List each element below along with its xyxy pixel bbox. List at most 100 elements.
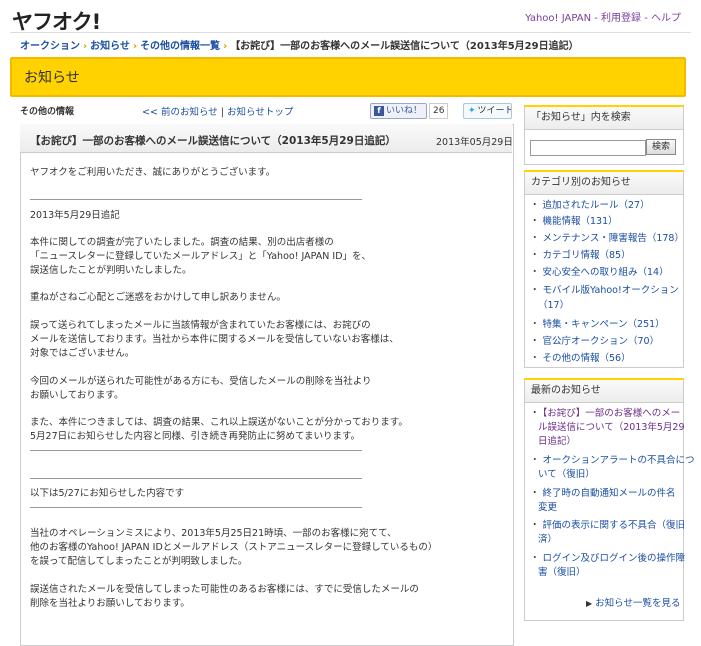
- prev-news-link[interactable]: << 前のお知らせ: [142, 107, 218, 118]
- article-paragraph: また、本件につきましては、調査の結果、これ以上誤送がないことが分かっております。: [30, 417, 408, 428]
- category-label: その他の情報（56）: [542, 353, 631, 364]
- category-item[interactable]: ・官公庁オークション（70）: [530, 335, 659, 349]
- category-heading-label: カテゴリ別のお知らせ: [531, 177, 631, 188]
- search-button[interactable]: 検索: [646, 139, 676, 155]
- news-item[interactable]: ・終了時の自動通知メールの件名: [530, 487, 676, 501]
- category-label: その他の情報: [20, 107, 75, 117]
- news-item-line[interactable]: 日追記）: [538, 435, 576, 449]
- article-paragraph: 他のお客様のYahoo! JAPAN IDとメールアドレス（ストアニュースレター…: [30, 542, 438, 553]
- header-links: Yahoo! JAPAN - 利用登録 - ヘルプ: [525, 9, 681, 24]
- divider: [30, 199, 362, 200]
- tweet-label: ツイート: [477, 106, 512, 116]
- category-item[interactable]: ・機能情報（131）: [530, 215, 618, 229]
- bullet-icon: ・: [530, 233, 540, 244]
- category-item[interactable]: ・その他の情報（56）: [530, 352, 631, 366]
- search-heading-label: 「お知らせ」内を検索: [531, 112, 631, 123]
- separator: -: [591, 13, 602, 24]
- divider: [30, 450, 362, 451]
- category-label: 特集・キャンペーン（251）: [542, 319, 665, 330]
- article-paragraph: 誤送信したことが判明いたしました。: [30, 265, 192, 276]
- breadcrumb-news[interactable]: お知らせ: [90, 41, 130, 52]
- article-paragraph: 本件に関しての調査が完了いたしました。調査の結果、別の出店者様の: [30, 237, 334, 248]
- bullet-icon: ・: [530, 336, 540, 347]
- category-item[interactable]: ・メンテナンス・障害報告（178）: [530, 232, 684, 246]
- article-paragraph: 誤って送られてしまったメールに当該情報が含まれていたお客様には、お詫びの: [30, 320, 371, 331]
- article-date: 2013年05月29日: [436, 137, 513, 148]
- category-label: 機能情報（131）: [542, 216, 618, 227]
- category-item[interactable]: ・安心安全への取り組み（14）: [530, 266, 669, 280]
- search-heading: 「お知らせ」内を検索: [524, 105, 684, 130]
- news-item-label: オークションアラートの不具合につ: [542, 455, 695, 466]
- more-news-label: お知らせ一覧を見る: [595, 598, 681, 609]
- category-item[interactable]: ・モバイル版Yahoo!オークション: [530, 284, 679, 298]
- bullet-icon: ・: [530, 319, 540, 330]
- category-label: 官公庁オークション（70）: [542, 336, 660, 347]
- latest-news-heading-label: 最新のお知らせ: [531, 385, 601, 396]
- bullet-icon: ・: [530, 250, 540, 261]
- news-item-line[interactable]: 済）: [538, 533, 557, 547]
- bullet-icon: ・: [530, 200, 540, 211]
- news-item-label: 評価の表示に関する不具合（復旧: [542, 520, 686, 531]
- article-paragraph: を誤って配信してしまったことが判明致しました。: [30, 556, 248, 567]
- category-heading: カテゴリ別のお知らせ: [524, 170, 684, 195]
- breadcrumb-auction[interactable]: オークション: [20, 41, 80, 52]
- news-item-line[interactable]: ル誤送信について（2013年5月29: [538, 421, 685, 435]
- news-item-label: ログイン及びログイン後の操作障: [542, 553, 686, 564]
- bullet-icon: ・: [530, 267, 540, 278]
- news-item-line[interactable]: いて（復旧）: [538, 468, 595, 482]
- article-paragraph: 重ねがさねご心配とご迷惑をおかけして申し訳ありません。: [30, 292, 286, 303]
- article-paragraph: 当社のオペレーションミスにより、2013年5月25日21時頃、一部のお客様に宛て…: [30, 528, 397, 539]
- category-label: モバイル版Yahoo!オークション: [542, 285, 679, 296]
- divider: [30, 478, 362, 479]
- article-paragraph: 2013年5月29日追記: [30, 210, 120, 221]
- article-paragraph: ヤフオクをご利用いただき、誠にありがとうございます。: [30, 167, 276, 178]
- news-item-line[interactable]: 変更: [538, 501, 557, 515]
- category-label: 安心安全への取り組み（14）: [542, 267, 669, 278]
- register-link[interactable]: 利用登録: [601, 13, 641, 24]
- tweet-button[interactable]: ✦ ツイート: [463, 103, 512, 119]
- breadcrumb-current: 【お詫び】一部のお客様へのメール誤送信について（2013年5月29日追記）: [230, 41, 579, 52]
- article-paragraph: 誤送信されたメールを受信してしまった可能性のあるお客様には、すでに受信したメール…: [30, 584, 419, 595]
- news-item[interactable]: ・評価の表示に関する不具合（復旧: [530, 519, 685, 533]
- bullet-icon: ・: [530, 216, 540, 227]
- article-paragraph: 「ニュースレターに登録していたメールアドレス」と「Yahoo! JAPAN ID…: [30, 251, 372, 262]
- category-label: メンテナンス・障害報告（178）: [542, 233, 684, 244]
- category-label: カテゴリ情報（85）: [542, 250, 631, 261]
- article-paragraph: 対象ではございません。: [30, 348, 135, 359]
- bullet-icon: ・: [530, 455, 540, 466]
- news-item[interactable]: ・オークションアラートの不具合につ: [530, 454, 695, 468]
- category-item[interactable]: ・カテゴリ情報（85）: [530, 249, 631, 263]
- article-paragraph: 以下は5/27にお知らせした内容です: [30, 488, 185, 499]
- breadcrumb: オークション › お知らせ › その他の情報一覧 › 【お詫び】一部のお客様へのメール誤送信…: [20, 37, 579, 52]
- news-item-line[interactable]: 害（復旧）: [538, 566, 586, 580]
- article-paragraph: メールを送信しております。当社から本件に関するメールを受信していないお客様は、: [30, 334, 399, 345]
- more-news-link[interactable]: ▶ お知らせ一覧を見る: [586, 595, 680, 609]
- page-title-bar: お知らせ: [10, 57, 686, 97]
- article-paragraph: 今回のメールが送られた可能性がある方にも、受信したメールの削除を当社より: [30, 376, 372, 387]
- facebook-like-button[interactable]: f いいね！: [370, 103, 427, 119]
- facebook-icon: f: [374, 106, 384, 116]
- breadcrumb-other-info[interactable]: その他の情報一覧: [140, 41, 220, 52]
- category-item-count[interactable]: （17）: [538, 299, 569, 313]
- search-input[interactable]: [530, 140, 646, 156]
- news-item[interactable]: ・【お詫び】一部のお客様へのメー: [530, 407, 680, 421]
- bullet-icon: ・: [530, 285, 540, 296]
- article-paragraph: お願いしております。: [30, 390, 124, 401]
- category-item[interactable]: ・追加されたルール（27）: [530, 199, 650, 213]
- header-divider: [10, 32, 691, 33]
- news-item[interactable]: ・ログイン及びログイン後の操作障: [530, 552, 685, 566]
- triangle-right-icon: ▶: [586, 599, 593, 608]
- bullet-icon: ・: [530, 488, 540, 499]
- bullet-icon: ・: [530, 353, 540, 364]
- news-top-link[interactable]: お知らせトップ: [227, 107, 293, 118]
- category-item[interactable]: ・特集・キャンペーン（251）: [530, 318, 665, 332]
- chevron-right-icon: ›: [223, 41, 228, 52]
- bullet-icon: ・: [530, 553, 540, 564]
- twitter-bird-icon: ✦: [468, 106, 476, 116]
- yahoo-japan-link[interactable]: Yahoo! JAPAN: [525, 13, 591, 24]
- article-title: 【お詫び】一部のお客様へのメール誤送信について（2013年5月29日追記）: [30, 135, 396, 147]
- article-paragraph: 5月27日にお知らせした内容と同様、引き続き再発防止に努めてまいります。: [30, 431, 361, 442]
- help-link[interactable]: ヘルプ: [651, 13, 681, 24]
- divider: [30, 507, 362, 508]
- bullet-icon: ・: [530, 520, 540, 531]
